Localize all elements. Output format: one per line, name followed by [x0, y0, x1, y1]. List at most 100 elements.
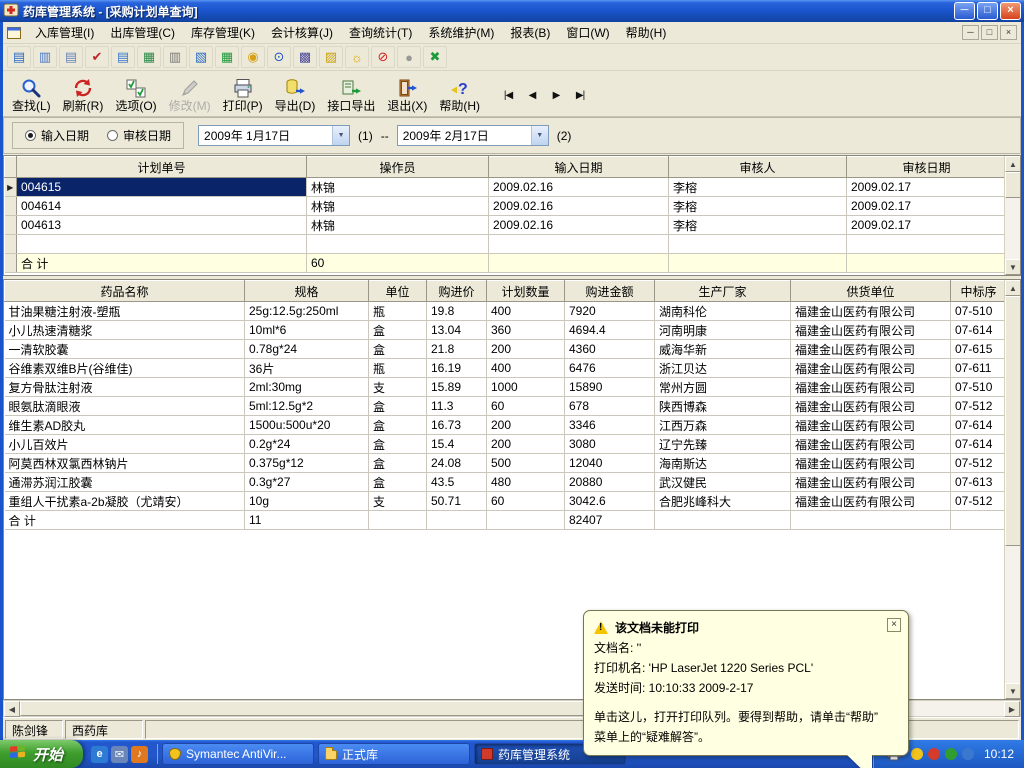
cell[interactable]: 河南明康: [654, 320, 791, 340]
cell[interactable]: 07-510: [950, 301, 1007, 321]
cell[interactable]: 60: [486, 396, 565, 416]
cell[interactable]: 200: [486, 434, 565, 454]
close-green-icon[interactable]: ✖: [423, 46, 447, 68]
scroll-left-button[interactable]: [4, 701, 20, 717]
cell[interactable]: 林锦: [306, 177, 489, 197]
small-grid-icon[interactable]: ▩: [293, 46, 317, 68]
cell[interactable]: 16.19: [426, 358, 487, 378]
cell[interactable]: 维生素AD胶丸: [4, 415, 245, 435]
interface-export-button[interactable]: 接口导出: [322, 73, 380, 115]
cell[interactable]: 阿莫西林双氯西林钠片: [4, 453, 245, 473]
quicklaunch-mail-icon[interactable]: ✉: [111, 745, 129, 763]
cell[interactable]: 60: [486, 491, 565, 511]
cell[interactable]: 小儿热速清糖浆: [4, 320, 245, 340]
plans-column-header-1[interactable]: 计划单号: [16, 156, 307, 178]
cell[interactable]: 43.5: [426, 472, 487, 492]
menu-item-7[interactable]: 报表(B): [502, 21, 558, 44]
details-table-row[interactable]: 重组人干扰素a-2b凝胶（尤靖安） 10g 支 50.71 60 3042.6 合肥兆峰科大…: [4, 491, 1007, 511]
dropdown-arrow-icon[interactable]: [332, 126, 350, 145]
cell[interactable]: 福建金山医药有限公司: [790, 358, 951, 378]
cell[interactable]: 36片: [244, 358, 369, 378]
details-table-row[interactable]: 一清软胶囊 0.78g*24 盒 21.8 200 4360 威海华新 福建金山医药有限公司 0…: [4, 339, 1007, 359]
folder-task-button[interactable]: 正式库: [318, 743, 471, 765]
cell[interactable]: 瓶: [368, 358, 427, 378]
mdi-minimize-button[interactable]: ─: [962, 25, 979, 40]
cell[interactable]: 眼氨肽滴眼液: [4, 396, 245, 416]
details-column-header-2[interactable]: 规格: [244, 280, 369, 302]
cell[interactable]: 200: [486, 339, 565, 359]
plans-table-row[interactable]: 004613 林锦 2009.02.16 李榕 2009.02.17: [4, 215, 1007, 235]
options-button[interactable]: 选项(O): [110, 73, 161, 115]
prev-record-button[interactable]: ◀: [521, 85, 543, 105]
cell[interactable]: 2009.02.17: [846, 177, 1007, 197]
cell[interactable]: 重组人干扰素a-2b凝胶（尤靖安）: [4, 491, 245, 511]
cell[interactable]: 瓶: [368, 301, 427, 321]
exit-button[interactable]: 退出(X): [382, 73, 432, 115]
sphere-icon[interactable]: ●: [397, 46, 421, 68]
plans-column-header-4[interactable]: 审核人: [668, 156, 847, 178]
mdi-restore-button[interactable]: □: [981, 25, 998, 40]
details-column-header-6[interactable]: 购进金额: [564, 280, 655, 302]
cell[interactable]: 福建金山医药有限公司: [790, 377, 951, 397]
cell[interactable]: 07-614: [950, 320, 1007, 340]
cell[interactable]: 福建金山医药有限公司: [790, 453, 951, 473]
notepad-icon[interactable]: ▤: [111, 46, 135, 68]
cell[interactable]: 360: [486, 320, 565, 340]
cell[interactable]: 福建金山医药有限公司: [790, 320, 951, 340]
cell[interactable]: 21.8: [426, 339, 487, 359]
money-icon[interactable]: ◉: [241, 46, 265, 68]
details-table-row[interactable]: 维生素AD胶丸 1500u:500u*20 盒 16.73 200 3346 江西万森 福建金…: [4, 415, 1007, 435]
menu-item-8[interactable]: 窗口(W): [558, 21, 617, 44]
cell[interactable]: 12040: [564, 453, 655, 473]
cell[interactable]: 福建金山医药有限公司: [790, 472, 951, 492]
export-button[interactable]: 导出(D): [270, 73, 321, 115]
cell[interactable]: 常州方圆: [654, 377, 791, 397]
plans-table-row[interactable]: 004614 林锦 2009.02.16 李榕 2009.02.17: [4, 196, 1007, 216]
cell[interactable]: 200: [486, 415, 565, 435]
next-record-button[interactable]: ▶: [545, 85, 567, 105]
scroll-thumb[interactable]: [1005, 296, 1020, 546]
print-button[interactable]: 打印(P): [218, 73, 268, 115]
cell[interactable]: 盒: [368, 434, 427, 454]
cell[interactable]: 林锦: [306, 215, 489, 235]
cell[interactable]: 浙江贝达: [654, 358, 791, 378]
cell[interactable]: 16.73: [426, 415, 487, 435]
cell[interactable]: 07-512: [950, 396, 1007, 416]
cell[interactable]: 0.2g*24: [244, 434, 369, 454]
scroll-up-button[interactable]: [1005, 280, 1020, 296]
cell[interactable]: 3042.6: [564, 491, 655, 511]
menu-item-2[interactable]: 出库管理(C): [102, 21, 183, 44]
menu-item-3[interactable]: 库存管理(K): [183, 21, 263, 44]
cell[interactable]: 480: [486, 472, 565, 492]
details-table-row[interactable]: 小儿百效片 0.2g*24 盒 15.4 200 3080 辽宁先臻 福建金山医药有限公司 07…: [4, 434, 1007, 454]
cell[interactable]: 400: [486, 358, 565, 378]
cell[interactable]: 小儿百效片: [4, 434, 245, 454]
details-table-row[interactable]: 复方骨肽注射液 2ml:30mg 支 15.89 1000 15890 常州方圆 福建金山医药…: [4, 377, 1007, 397]
cell[interactable]: 盒: [368, 415, 427, 435]
stop-icon[interactable]: ⊘: [371, 46, 395, 68]
cell[interactable]: 2ml:30mg: [244, 377, 369, 397]
cell[interactable]: 2009.02.17: [846, 215, 1007, 235]
plans-table-row[interactable]: ▶ 004615 林锦 2009.02.16 李榕 2009.02.17: [4, 177, 1007, 197]
cell[interactable]: 4360: [564, 339, 655, 359]
cell[interactable]: 15890: [564, 377, 655, 397]
restore-button[interactable]: □: [977, 2, 998, 20]
details-column-header-9[interactable]: 中标序: [950, 280, 1007, 302]
cell[interactable]: 李榕: [668, 215, 847, 235]
export-table-icon[interactable]: ▧: [189, 46, 213, 68]
cell[interactable]: 500: [486, 453, 565, 473]
quicklaunch-media-icon[interactable]: ♪: [131, 745, 149, 763]
menu-item-9[interactable]: 帮助(H): [618, 21, 675, 44]
dropdown-arrow-icon[interactable]: [530, 126, 548, 145]
close-button[interactable]: ×: [1000, 2, 1021, 20]
cell[interactable]: 678: [564, 396, 655, 416]
cell[interactable]: 福建金山医药有限公司: [790, 415, 951, 435]
cell[interactable]: 合肥兆峰科大: [654, 491, 791, 511]
cell[interactable]: 威海华新: [654, 339, 791, 359]
cell[interactable]: 07-614: [950, 434, 1007, 454]
cell[interactable]: 004613: [16, 215, 307, 235]
date-to-combobox[interactable]: 2009年 2月17日: [396, 125, 549, 146]
menu-item-1[interactable]: 入库管理(I): [27, 21, 102, 44]
cell[interactable]: 13.04: [426, 320, 487, 340]
details-column-header-3[interactable]: 单位: [368, 280, 427, 302]
